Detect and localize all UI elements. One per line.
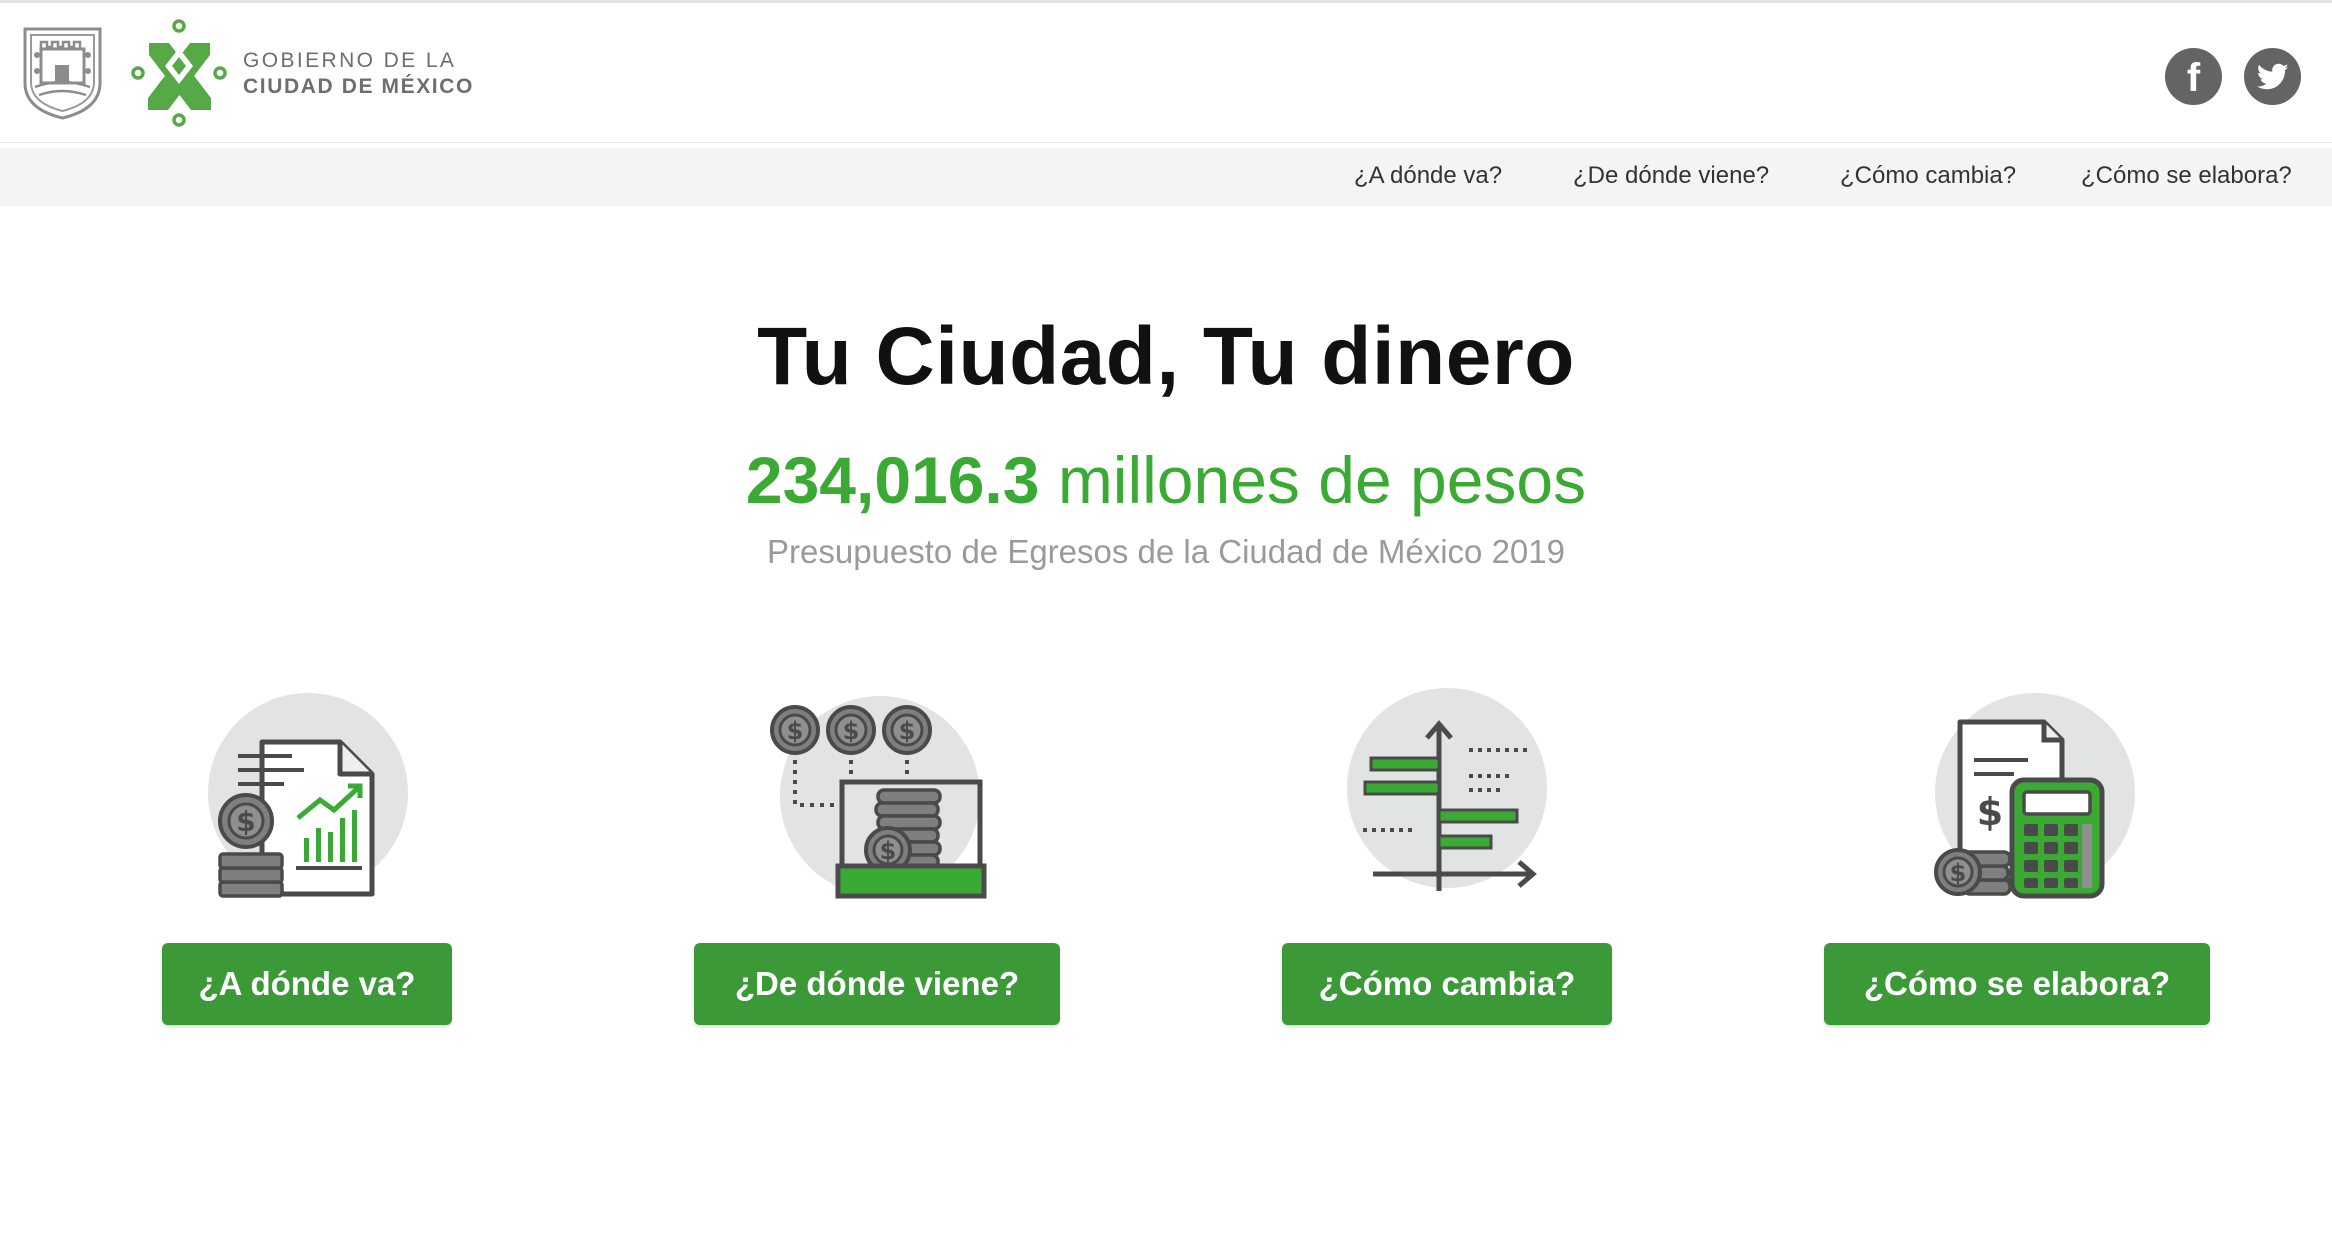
page-title: Tu Ciudad, Tu dinero [757, 311, 1575, 402]
como-se-elabora-button[interactable]: ¿Cómo se elabora? [1824, 943, 2210, 1025]
facebook-icon: f [2186, 56, 2201, 100]
a-donde-va-button[interactable]: ¿A dónde va? [162, 943, 452, 1025]
secondary-nav: ¿A dónde va? ¿De dónde viene? ¿Cómo camb… [0, 148, 2332, 206]
svg-text:$: $ [1950, 859, 1967, 887]
svg-text:$: $ [236, 805, 255, 838]
svg-text:$: $ [843, 717, 860, 745]
cdmx-logo-icon[interactable] [131, 18, 228, 128]
site-header: GOBIERNO DE LA CIUDAD DE MÉXICO f [0, 3, 2332, 143]
brand-line-2: CIUDAD DE MÉXICO [243, 75, 474, 98]
nav-link-como-se-elabora[interactable]: ¿Cómo se elabora? [2081, 162, 2292, 190]
de-donde-viene-button[interactable]: ¿De dónde viene? [694, 943, 1060, 1025]
nav-link-como-cambia[interactable]: ¿Cómo cambia? [1840, 162, 2016, 190]
svg-text:$: $ [880, 837, 897, 865]
budget-amount-unit: millones de pesos [1057, 443, 1587, 517]
facebook-button[interactable]: f [2165, 48, 2222, 105]
svg-text:$: $ [899, 717, 916, 745]
twitter-icon [2256, 63, 2288, 89]
document-chart-coins-icon[interactable]: $ [200, 690, 420, 905]
budget-subtitle: Presupuesto de Egresos de la Ciudad de M… [766, 533, 1565, 570]
brand-text: GOBIERNO DE LA CIUDAD DE MÉXICO [243, 48, 474, 100]
twitter-button[interactable] [2244, 48, 2301, 105]
svg-text:$: $ [787, 717, 804, 745]
bar-chart-change-icon[interactable] [1345, 686, 1555, 901]
nav-link-de-donde-viene[interactable]: ¿De dónde viene? [1573, 162, 1769, 190]
calculator-document-icon[interactable]: $ $ [1918, 690, 2138, 905]
brand-line-1: GOBIERNO DE LA [243, 49, 457, 72]
nav-link-a-donde-va[interactable]: ¿A dónde va? [1354, 162, 1502, 190]
coat-of-arms-icon[interactable] [21, 25, 104, 121]
budget-amount-number: 234,016.3 [745, 443, 1040, 517]
svg-text:$: $ [1977, 790, 2003, 834]
como-cambia-button[interactable]: ¿Cómo cambia? [1282, 943, 1612, 1025]
coins-income-icon[interactable]: $ $ $ $ [768, 690, 994, 905]
budget-amount: 234,016.3 millones de pesos [0, 442, 2332, 518]
